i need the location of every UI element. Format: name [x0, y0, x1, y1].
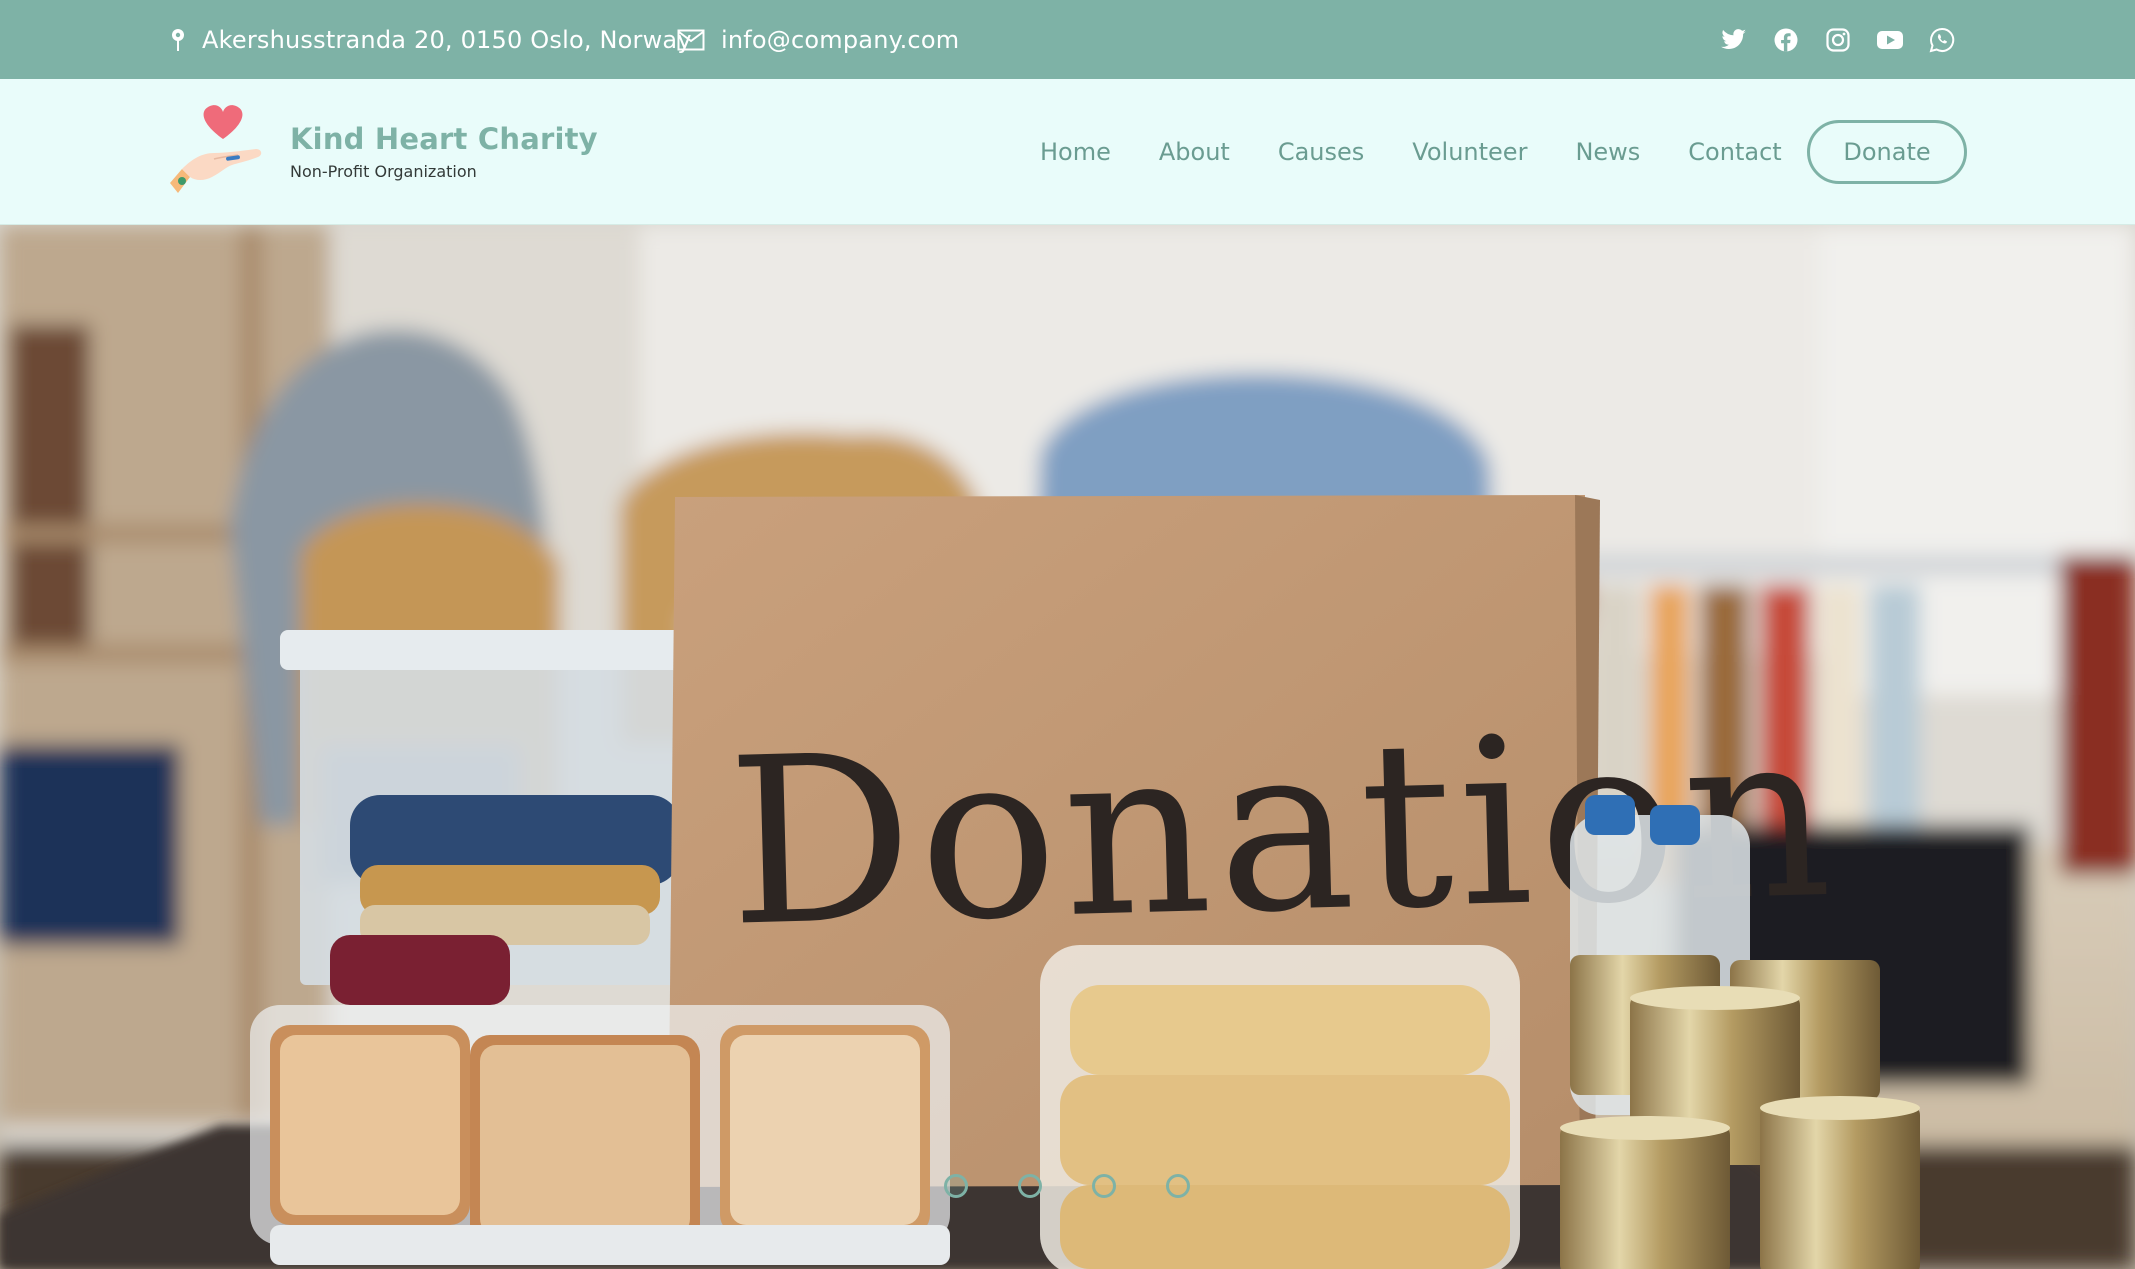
primary-nav: Home About Causes Volunteer News Contact	[1040, 79, 1830, 225]
hero-image: Donation	[0, 225, 2135, 1269]
nav-item-about[interactable]: About	[1159, 138, 1230, 166]
youtube-icon[interactable]	[1877, 27, 1903, 53]
address-info: Akershusstranda 20, 0150 Oslo, Norway	[170, 0, 692, 79]
email-info[interactable]: info@company.com	[677, 0, 959, 79]
brand-name: Kind Heart Charity	[290, 121, 598, 156]
address-text: Akershusstranda 20, 0150 Oslo, Norway	[202, 25, 692, 54]
envelope-icon	[677, 29, 705, 50]
brand-home-link[interactable]: Kind Heart Charity Non-Profit Organizati…	[168, 101, 598, 201]
slider-indicators	[944, 1174, 1190, 1198]
facebook-icon[interactable]	[1773, 27, 1799, 53]
twitter-icon[interactable]	[1721, 27, 1747, 53]
brand-tagline: Non-Profit Organization	[290, 161, 477, 181]
slider-dot-2[interactable]	[1018, 1174, 1042, 1198]
nav-item-causes[interactable]: Causes	[1278, 138, 1364, 166]
nav-item-home[interactable]: Home	[1040, 138, 1111, 166]
nav-item-contact[interactable]: Contact	[1688, 138, 1781, 166]
nav-item-news[interactable]: News	[1575, 138, 1640, 166]
donate-button[interactable]: Donate	[1807, 120, 1967, 184]
instagram-icon[interactable]	[1825, 27, 1851, 53]
heart-hand-logo	[170, 105, 262, 193]
social-links	[1721, 0, 1955, 79]
nav-item-volunteer[interactable]: Volunteer	[1412, 138, 1527, 166]
slider-dot-1[interactable]	[944, 1174, 968, 1198]
whatsapp-icon[interactable]	[1929, 27, 1955, 53]
slider-dot-4[interactable]	[1166, 1174, 1190, 1198]
hero-slider: Donation	[0, 225, 2135, 1269]
email-link[interactable]: info@company.com	[721, 26, 959, 54]
top-info-bar: Akershusstranda 20, 0150 Oslo, Norway in…	[0, 0, 2135, 79]
slider-dot-3[interactable]	[1092, 1174, 1116, 1198]
main-navbar: Kind Heart Charity Non-Profit Organizati…	[0, 79, 2135, 225]
map-pin-icon	[172, 28, 184, 51]
